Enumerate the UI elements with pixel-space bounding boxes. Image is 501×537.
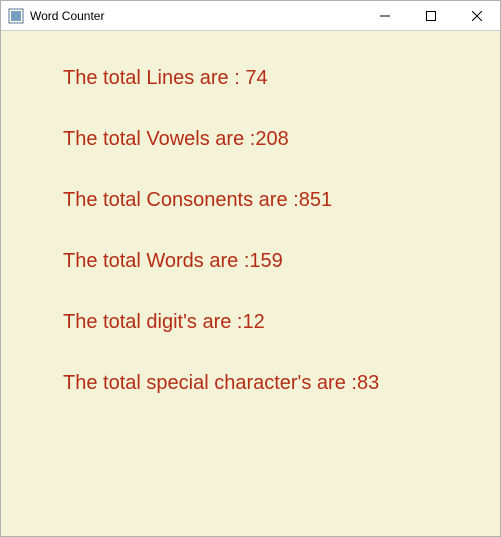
minimize-button[interactable] xyxy=(362,1,408,30)
stat-consonants-label: The total Consonents are : xyxy=(63,189,299,211)
stat-lines: The total Lines are : 74 xyxy=(63,67,500,90)
stat-words-value: 159 xyxy=(249,250,282,272)
stat-digits-label: The total digit's are : xyxy=(63,311,242,333)
window-title: Word Counter xyxy=(30,9,362,23)
app-icon xyxy=(8,8,24,24)
stat-vowels-label: The total Vowels are : xyxy=(63,128,255,150)
stat-words-label: The total Words are : xyxy=(63,250,249,272)
stat-special-value: 83 xyxy=(357,372,379,394)
window-controls xyxy=(362,1,500,30)
titlebar: Word Counter xyxy=(1,1,500,31)
stat-vowels: The total Vowels are :208 xyxy=(63,128,500,151)
stat-digits-value: 12 xyxy=(242,311,264,333)
app-window: Word Counter The total Lines are : 74 Th… xyxy=(0,0,501,537)
stat-special: The total special character's are :83 xyxy=(63,372,500,395)
close-button[interactable] xyxy=(454,1,500,30)
stat-vowels-value: 208 xyxy=(255,128,288,150)
stat-consonants: The total Consonents are :851 xyxy=(63,189,500,212)
stat-lines-label: The total Lines are : xyxy=(63,67,245,89)
maximize-button[interactable] xyxy=(408,1,454,30)
stat-words: The total Words are :159 xyxy=(63,250,500,273)
stat-digits: The total digit's are :12 xyxy=(63,311,500,334)
stat-lines-value: 74 xyxy=(245,67,267,89)
stat-special-label: The total special character's are : xyxy=(63,372,357,394)
client-area: The total Lines are : 74 The total Vowel… xyxy=(1,31,500,536)
stat-consonants-value: 851 xyxy=(299,189,332,211)
